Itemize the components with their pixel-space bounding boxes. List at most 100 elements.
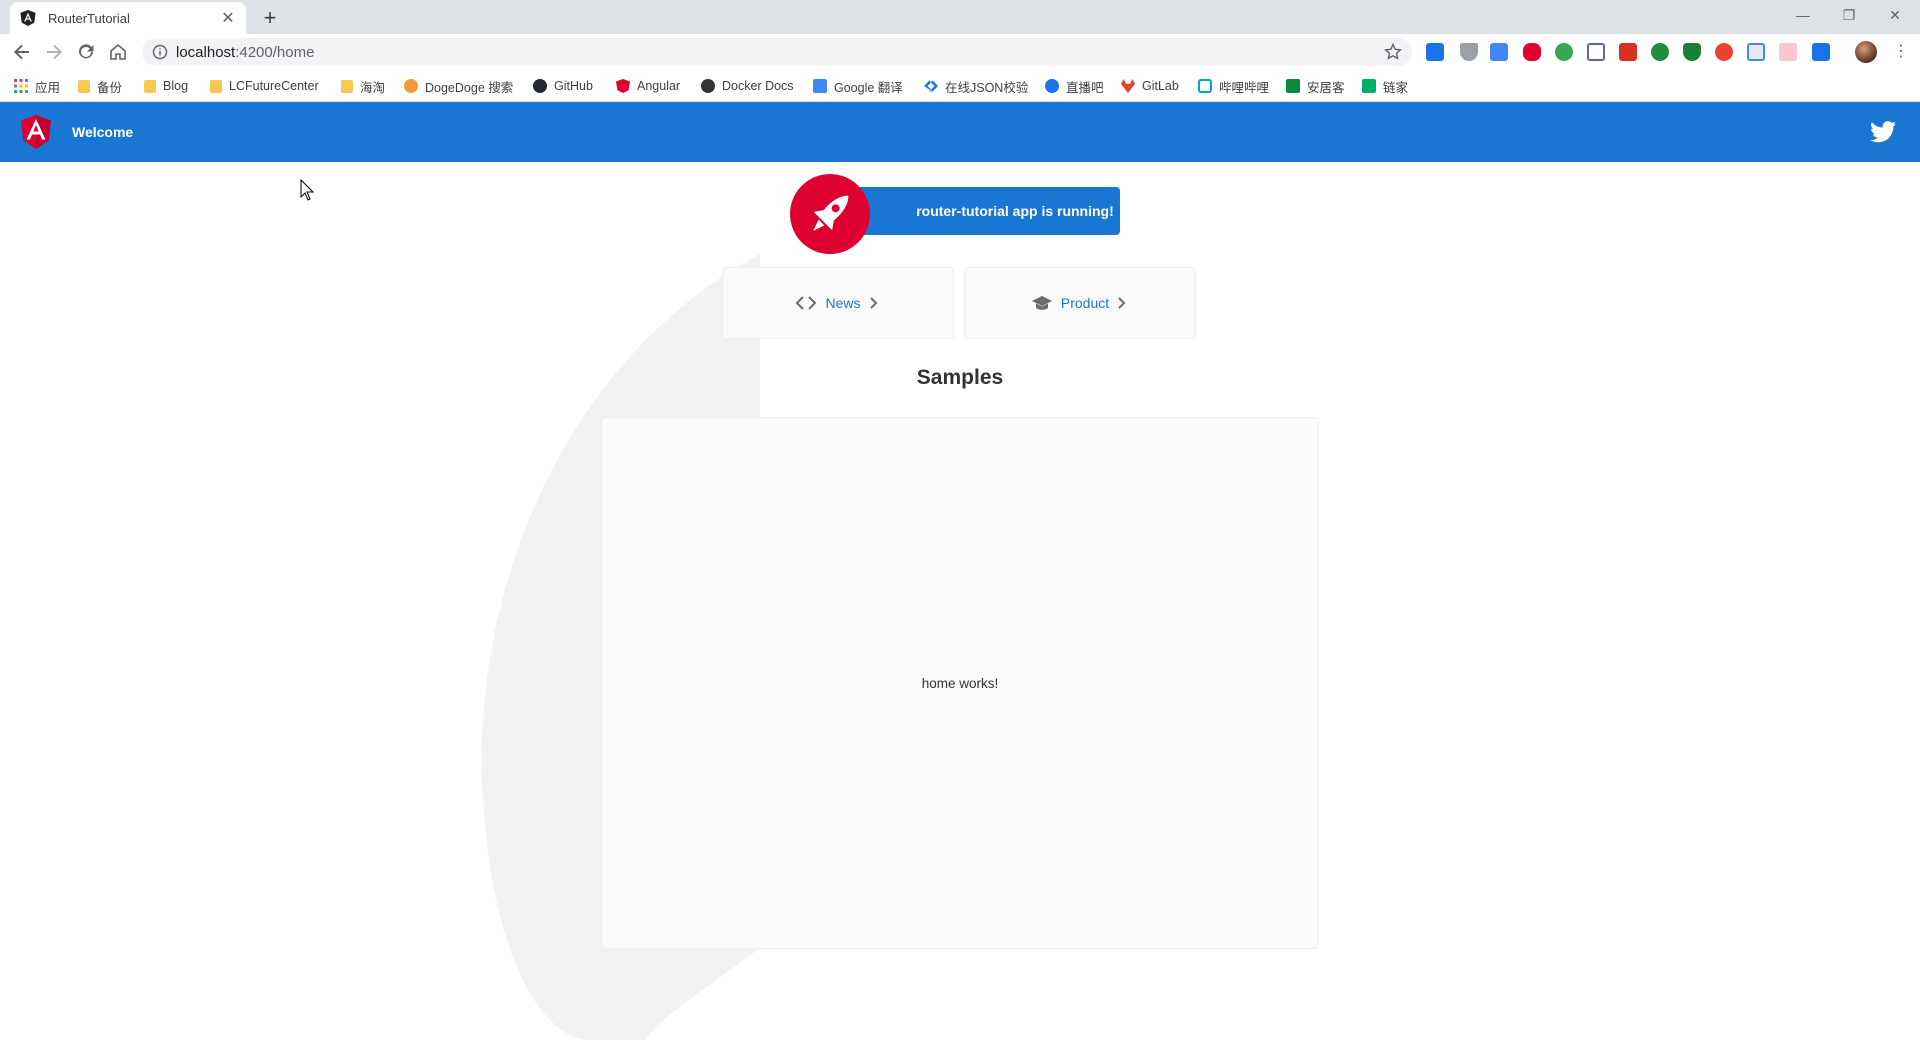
extension-download-icon[interactable] — [1651, 43, 1669, 61]
angular-icon — [616, 79, 630, 93]
extension-gray-icon[interactable] — [1747, 43, 1765, 61]
bookmark-apps[interactable]: 应用 — [14, 76, 60, 96]
bookmark-haitao[interactable]: 海淘 — [341, 76, 385, 96]
bookmark-label: LCFutureCenter — [229, 79, 319, 93]
bookmarks-bar: 应用 备份 Blog LCFutureCenter 海淘 DogeDoge 搜索… — [0, 70, 1920, 102]
extension-shield-icon[interactable] — [1683, 43, 1701, 61]
bookmark-blog[interactable]: Blog — [144, 76, 188, 96]
bookmark-angular[interactable]: Angular — [616, 76, 680, 96]
new-tab-button[interactable]: + — [258, 5, 282, 30]
folder-icon — [210, 79, 222, 93]
back-button[interactable] — [10, 40, 34, 64]
nav-card-product[interactable]: Product — [964, 267, 1196, 339]
browser-titlebar: RouterTutorial ✕ + — ❐ ✕ — [0, 0, 1920, 34]
bookmark-json[interactable]: 在线JSON校验 — [924, 76, 1028, 96]
apps-grid-icon — [14, 79, 28, 93]
profile-avatar[interactable] — [1855, 41, 1877, 63]
bookmark-zhibo8[interactable]: 直播吧 — [1045, 76, 1104, 96]
extension-evernote-icon[interactable] — [1555, 43, 1573, 61]
home-icon — [110, 43, 126, 60]
browser-tab[interactable]: RouterTutorial ✕ — [10, 2, 246, 34]
url-path: :4200/home — [235, 43, 315, 61]
bookmark-label: 备份 — [97, 80, 123, 95]
google-translate-icon — [813, 79, 827, 93]
graduation-cap-icon — [1031, 296, 1052, 310]
url-host: localhost — [176, 43, 236, 61]
bookmark-label: Google 翻译 — [834, 80, 903, 95]
bookmark-github[interactable]: GitHub — [533, 76, 593, 96]
browser-menu-icon[interactable]: ⋮ — [1893, 41, 1909, 63]
bookmark-google-translate[interactable]: Google 翻译 — [813, 76, 903, 96]
outlet-text: home works! — [921, 675, 999, 691]
twitter-icon[interactable] — [1870, 120, 1896, 144]
bookmark-backup[interactable]: 备份 — [78, 76, 122, 96]
home-button[interactable] — [106, 40, 130, 64]
app-toolbar: Welcome — [0, 102, 1920, 162]
chevron-right-icon — [1118, 297, 1126, 309]
bookmark-label: 哔哩哔哩 — [1219, 80, 1270, 95]
angular-logo-icon — [21, 115, 51, 149]
bookmark-label: Blog — [163, 79, 189, 93]
reload-button[interactable] — [74, 40, 98, 64]
extension-share-icon[interactable] — [1715, 43, 1733, 61]
lianjia-icon — [1362, 79, 1376, 93]
browser-toolbar: localhost:4200/home — [0, 34, 1920, 70]
nav-card-label: Product — [1060, 295, 1110, 311]
bilibili-icon — [1198, 79, 1212, 93]
folder-icon — [78, 79, 90, 93]
github-icon — [533, 79, 547, 93]
docker-icon — [701, 79, 715, 93]
tab-close-icon[interactable]: ✕ — [218, 8, 238, 28]
nav-card-label: News — [825, 295, 861, 311]
bookmark-gitlab[interactable]: GitLab — [1121, 76, 1179, 96]
bookmark-docker-docs[interactable]: Docker Docs — [701, 76, 794, 96]
anjuke-icon — [1286, 79, 1300, 93]
url-text[interactable]: localhost:4200/home — [176, 44, 314, 61]
extension-translate-icon[interactable] — [1490, 43, 1508, 61]
chevron-right-icon — [869, 297, 877, 309]
nav-card-news[interactable]: News — [722, 267, 954, 339]
bookmark-label: DogeDoge 搜索 — [425, 80, 514, 95]
bookmark-dogedoge[interactable]: DogeDoge 搜索 — [404, 76, 513, 96]
restore-button[interactable]: ❐ — [1826, 0, 1872, 30]
gitlab-icon — [1121, 79, 1135, 93]
bookmark-label: 应用 — [35, 80, 61, 95]
app-running-banner: router-tutorial app is running! — [840, 187, 1120, 235]
extension-tabs-icon[interactable] — [1812, 43, 1830, 61]
extension-angular-icon[interactable] — [1523, 43, 1541, 61]
minimize-button[interactable]: — — [1780, 0, 1826, 30]
code-brackets-icon — [796, 296, 817, 310]
info-icon[interactable] — [152, 44, 168, 60]
bookmark-star-icon[interactable] — [1384, 43, 1402, 61]
extension-v-icon[interactable] — [1460, 43, 1478, 61]
main-content: router-tutorial app is running! News Pro… — [0, 162, 1920, 1040]
bookmark-label: 海淘 — [360, 80, 386, 95]
bookmark-label: Angular — [637, 79, 681, 93]
extension-fe-icon[interactable] — [1619, 43, 1637, 61]
bookmark-label: GitLab — [1142, 79, 1179, 93]
bookmark-label: 在线JSON校验 — [945, 80, 1029, 95]
bookmark-lianjia[interactable]: 链家 — [1362, 76, 1408, 96]
address-bar[interactable]: localhost:4200/home — [142, 38, 1412, 66]
json-icon — [924, 80, 938, 92]
bookmark-lcfuturecenter[interactable]: LCFutureCenter — [210, 76, 319, 96]
bookmark-label: 链家 — [1383, 80, 1409, 95]
tab-title: RouterTutorial — [48, 10, 130, 26]
bookmark-anjuke[interactable]: 安居客 — [1286, 76, 1345, 96]
folder-icon — [341, 79, 353, 93]
folder-icon — [144, 79, 156, 93]
samples-heading: Samples — [916, 366, 1004, 389]
bookmark-label: 直播吧 — [1066, 80, 1104, 95]
bookmark-label: Docker Docs — [722, 79, 794, 93]
extension-r-icon[interactable] — [1587, 43, 1605, 61]
extension-pink-icon[interactable] — [1779, 43, 1797, 61]
zhibo8-icon — [1045, 79, 1059, 93]
arrow-left-icon — [14, 44, 29, 60]
bookmark-bilibili[interactable]: 哔哩哔哩 — [1198, 76, 1269, 96]
toolbar-title: Welcome — [72, 124, 134, 140]
rocket-icon — [790, 174, 870, 254]
forward-button[interactable] — [42, 40, 66, 64]
close-window-button[interactable]: ✕ — [1872, 0, 1918, 30]
running-text: router-tutorial app is running! — [916, 203, 1114, 219]
extension-new-icon[interactable] — [1426, 43, 1444, 61]
